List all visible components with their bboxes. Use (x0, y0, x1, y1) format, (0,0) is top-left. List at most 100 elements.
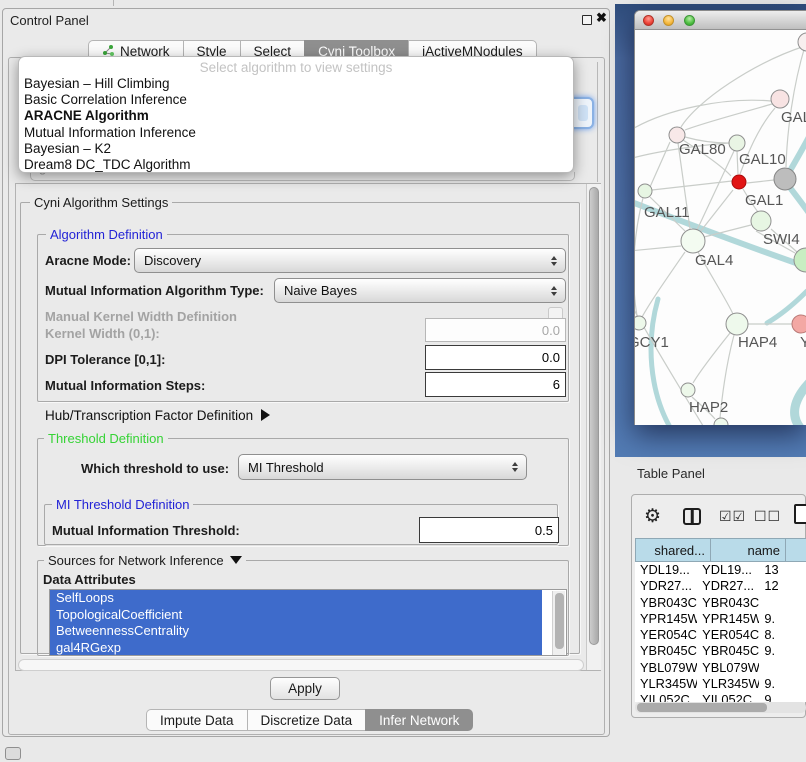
table-horizontal-scrollbar[interactable] (635, 702, 806, 713)
table-cell: 9 (759, 692, 806, 702)
scrollbar-thumb[interactable] (637, 703, 767, 712)
table-row[interactable]: YER054CYER054C8. (635, 627, 806, 643)
node-GAL4[interactable] (681, 229, 705, 253)
network-edge (642, 252, 685, 317)
dropdown-item-bayesian-k2[interactable]: Bayesian – K2 (19, 141, 573, 157)
zoom-window-icon[interactable] (684, 15, 695, 26)
spinner-arrows-icon[interactable] (547, 256, 561, 266)
settings-vertical-scrollbar[interactable] (586, 184, 601, 670)
table-panel-title: Table Panel (637, 466, 705, 481)
expand-arrow-icon (261, 409, 270, 421)
columns-icon[interactable] (683, 508, 701, 525)
tab-label: Infer Network (379, 713, 459, 728)
node-label-gal: GAL (781, 109, 806, 126)
table-row[interactable]: YBL079WYBL079W (635, 660, 806, 676)
kernel-width-input[interactable] (425, 318, 566, 342)
aracne-mode-combobox[interactable]: Discovery (134, 248, 566, 273)
select-all-icon[interactable]: ☑☑ (719, 508, 746, 525)
close-panel-icon[interactable]: ✖ (596, 10, 607, 26)
node-GAL10[interactable] (729, 135, 745, 151)
table-row[interactable]: YBR045CYBR045C9. (635, 643, 806, 659)
node-GCY1[interactable] (635, 316, 646, 330)
apply-button[interactable]: Apply (270, 677, 340, 700)
cyni-settings-legend: Cyni Algorithm Settings (30, 195, 172, 210)
table-cell: YDR27... (697, 578, 759, 594)
spinner-arrows-icon[interactable] (547, 286, 561, 296)
table-row[interactable]: YDR27...YDR27...12 (635, 578, 806, 594)
gear-icon[interactable]: ⚙ (644, 505, 661, 528)
node-bottom-cut[interactable] (714, 418, 728, 425)
data-attributes-list[interactable]: SelfLoopsTopologicalCoefficientBetweenne… (49, 589, 567, 656)
node-pink-top[interactable] (771, 90, 789, 108)
table-row[interactable]: YPR145WYPR145W9. (635, 611, 806, 627)
column-header-a[interactable]: A (785, 538, 806, 562)
table-cell: YDR27... (635, 578, 697, 594)
table-cell: 13 (759, 562, 806, 578)
mi-steps-input[interactable] (425, 372, 566, 397)
table-cell: YPR145W (697, 611, 759, 627)
node-pink-right[interactable] (792, 315, 806, 333)
table-row[interactable]: YLR345WYLR345W9. (635, 676, 806, 692)
which-threshold-combobox[interactable]: MI Threshold (238, 454, 527, 480)
column-header-name[interactable]: name (710, 538, 785, 562)
control-panel-title: Control Panel (10, 13, 89, 28)
spinner-arrows-icon[interactable] (508, 462, 522, 472)
table-row[interactable]: YBR043CYBR043C (635, 595, 806, 611)
dropdown-item-basic-correlation-inference[interactable]: Basic Correlation Inference (19, 92, 573, 108)
node-HAP2[interactable] (681, 383, 695, 397)
network-edge (635, 198, 643, 316)
network-edge-highlighted (791, 133, 806, 169)
node-HAP4[interactable] (726, 313, 748, 335)
table-cell: YBR043C (635, 595, 697, 611)
network-canvas[interactable]: GALGAL80GAL10GAL1GAL11SWI4GAL4GCY1HAP4YH… (635, 30, 806, 425)
close-window-icon[interactable] (643, 15, 654, 26)
float-panel-icon[interactable] (582, 15, 592, 25)
app-root: Control Panel ✖ NetworkStyleSelectCyni T… (0, 0, 806, 762)
dropdown-item-dream8-dc-tdc-algorithm[interactable]: Dream8 DC_TDC Algorithm (19, 157, 573, 173)
mi-type-combobox[interactable]: Naive Bayes (274, 278, 566, 303)
column-header-shared[interactable]: shared... (635, 538, 710, 562)
table-row[interactable]: YDL19...YDL19...13 (635, 562, 806, 578)
attribute-item-betweennesscentrality[interactable]: BetweennessCentrality (50, 623, 542, 640)
attribute-item-gal4rgexp[interactable]: gal4RGexp (50, 640, 542, 657)
minimize-window-icon[interactable] (663, 15, 674, 26)
mi-threshold-legend: MI Threshold Definition (52, 497, 193, 512)
table-cell: YLR345W (635, 676, 697, 692)
table-cell: YBR043C (697, 595, 759, 611)
node-label-hap2: HAP2 (689, 399, 728, 416)
settings-horizontal-scrollbar[interactable] (18, 659, 584, 671)
deselect-all-icon[interactable]: ☐☐ (754, 508, 781, 525)
node-GAL11[interactable] (638, 184, 652, 198)
mi-threshold-input[interactable] (419, 517, 559, 543)
tab-impute-data[interactable]: Impute Data (146, 709, 247, 731)
node-selected-red[interactable] (732, 175, 746, 189)
node-label-gal4: GAL4 (695, 252, 733, 269)
node-gray[interactable] (774, 168, 796, 190)
sources-legend[interactable]: Sources for Network Inference (44, 553, 246, 568)
document-icon[interactable] (794, 504, 806, 524)
attribute-item-selfloops[interactable]: SelfLoops (50, 590, 542, 607)
minimized-panel-icon[interactable] (5, 747, 21, 760)
table-cell: YER054C (635, 627, 697, 643)
attributes-list-scrollbar[interactable] (552, 591, 565, 655)
table-row[interactable]: YIL052CYIL052C9 (635, 692, 806, 702)
node-label-gal11: GAL11 (644, 204, 690, 221)
network-edge (747, 180, 774, 183)
node-GAL1[interactable] (751, 211, 771, 231)
tab-discretize-data[interactable]: Discretize Data (247, 709, 366, 731)
tab-infer-network[interactable]: Infer Network (365, 709, 473, 731)
dropdown-item-mutual-information-inference[interactable]: Mutual Information Inference (19, 125, 573, 141)
network-window-titlebar[interactable] (635, 11, 806, 30)
collection-combo-obscured: gal-filtered.sif default node (30, 172, 580, 182)
dropdown-item-aracne-algorithm[interactable]: ARACNE Algorithm (19, 108, 573, 124)
scrollbar-thumb[interactable] (589, 187, 599, 645)
network-view-window[interactable]: GALGAL80GAL10GAL1GAL11SWI4GAL4GCY1HAP4YH… (634, 10, 806, 425)
network-edge (635, 100, 771, 131)
dpi-tolerance-label: DPI Tolerance [0,1]: (45, 352, 165, 367)
dropdown-item-bayesian-hill-climbing[interactable]: Bayesian – Hill Climbing (19, 76, 573, 92)
hub-definition-expander[interactable]: Hub/Transcription Factor Definition (45, 408, 270, 423)
attribute-item-topologicalcoefficient[interactable]: TopologicalCoefficient (50, 607, 542, 624)
dpi-tolerance-input[interactable] (425, 345, 566, 370)
algorithm-definition-legend: Algorithm Definition (46, 227, 167, 242)
table-cell: 9. (759, 611, 806, 627)
